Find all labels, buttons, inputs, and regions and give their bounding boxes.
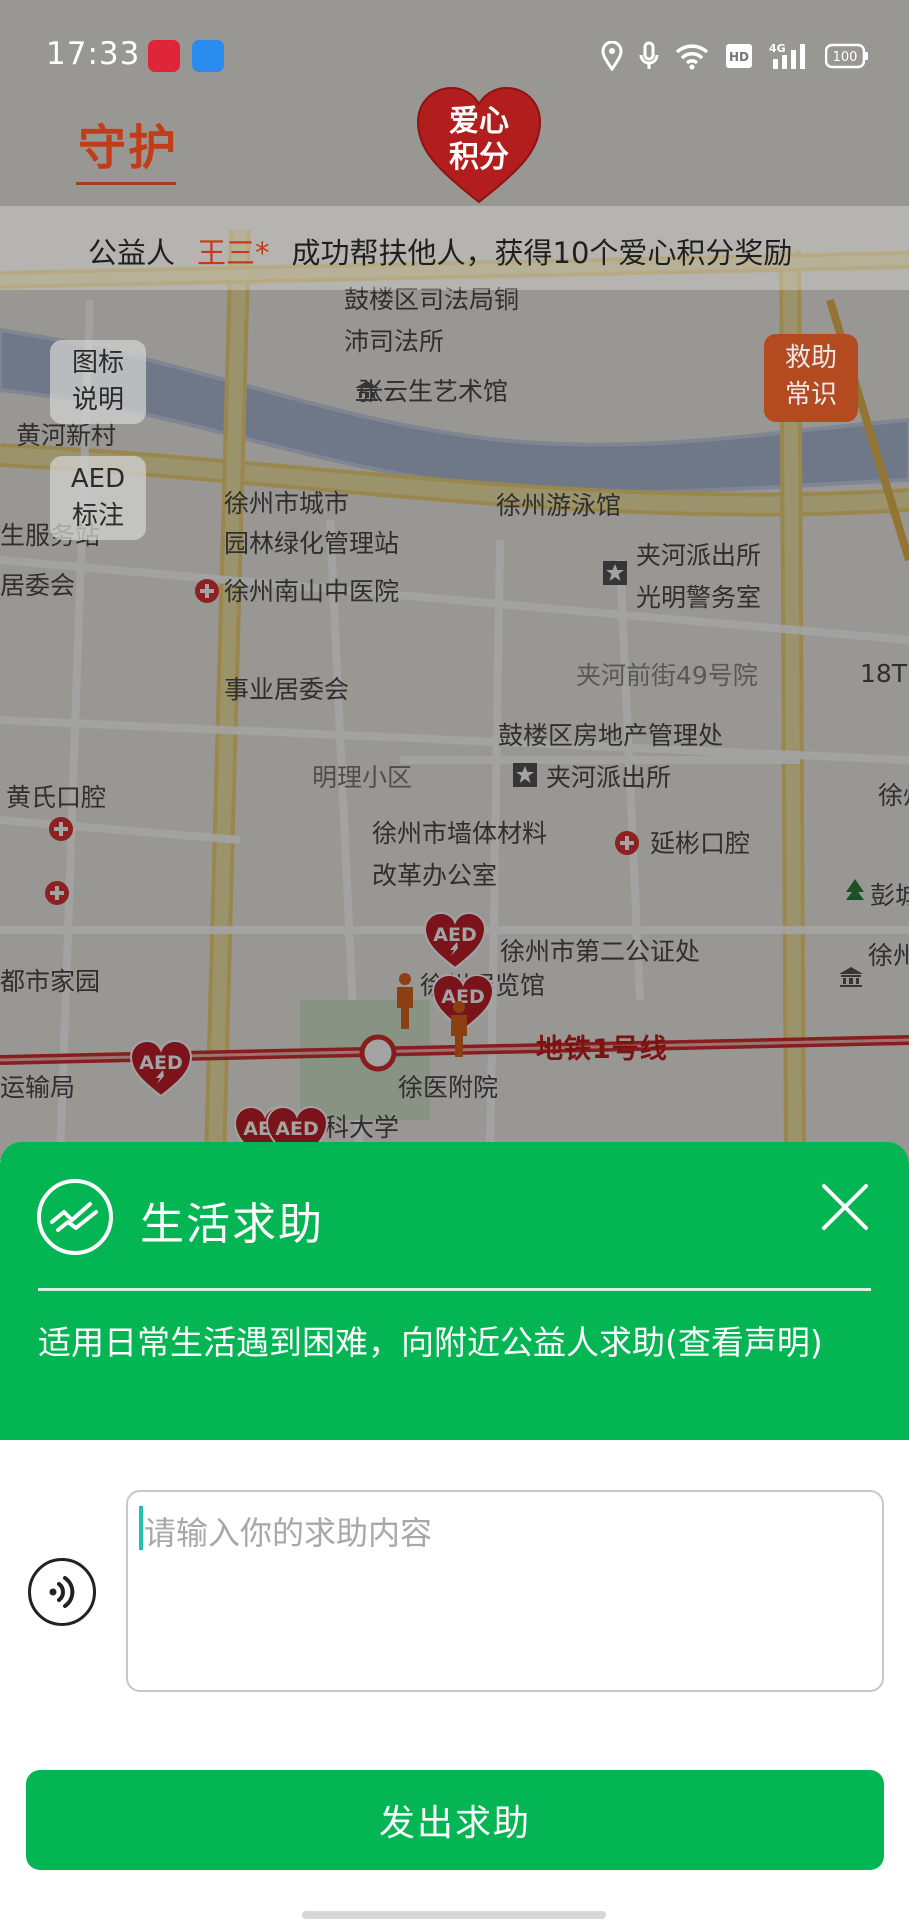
tab-guard[interactable]: 守护 [78,108,178,178]
svg-text:4G: 4G [769,42,786,55]
ticker-prefix: 公益人 [88,236,176,270]
sheet-description[interactable]: 适用日常生活遇到困难，向附近公益人求助(查看声明) [38,1320,838,1365]
status-time: 17:33 [46,36,141,72]
help-content-input[interactable] [126,1490,884,1692]
ticker-name: 王三* [197,236,270,270]
aed-button-line2: 标注 [71,501,124,531]
mic-icon [639,41,659,69]
logo-line1: 爱心 [449,104,509,139]
location-icon [601,41,623,71]
svg-text:100: 100 [833,50,858,65]
logo-line2: 积分 [449,140,509,175]
hd-icon: HD [726,44,752,68]
xiaohongshu-icon [148,40,180,72]
voice-input-icon[interactable] [28,1558,96,1626]
rescue-button-line1: 救助 [784,343,837,373]
sheet-title: 生活求助 [140,1199,324,1250]
home-indicator[interactable] [302,1911,606,1919]
wifi-icon [675,44,709,70]
submit-help-button[interactable]: 发出求助 [26,1770,884,1870]
text-cursor [139,1506,143,1550]
helping-hand-icon [37,1179,113,1255]
files-icon [192,40,224,72]
legend-button[interactable]: 图标 说明 [50,340,146,424]
sheet-divider [38,1288,871,1291]
svg-text:HD: HD [729,50,749,64]
close-icon[interactable] [820,1182,870,1232]
love-points-logo[interactable]: 爱心 积分 [416,86,542,204]
tab-underline [76,182,176,185]
4g-signal-icon: 4G [769,42,805,69]
battery-icon: 100 [825,43,868,69]
legend-button-line1: 图标 [71,348,124,378]
ticker-text: 成功帮扶他人，获得10个爱心积分奖励 [291,236,793,270]
rescue-button-line2: 常识 [784,380,837,410]
aed-button-line1: AED [70,464,126,494]
aed-annotation-button[interactable]: AED 标注 [50,456,146,540]
legend-button-line2: 说明 [71,385,124,415]
points-ticker: 公益人 王三* 成功帮扶他人，获得10个爱心积分奖励 [0,206,909,290]
rescue-knowledge-button[interactable]: 救助 常识 [764,334,858,422]
help-sheet-header: 生活求助 适用日常生活遇到困难，向附近公益人求助(查看声明) [0,1142,909,1440]
